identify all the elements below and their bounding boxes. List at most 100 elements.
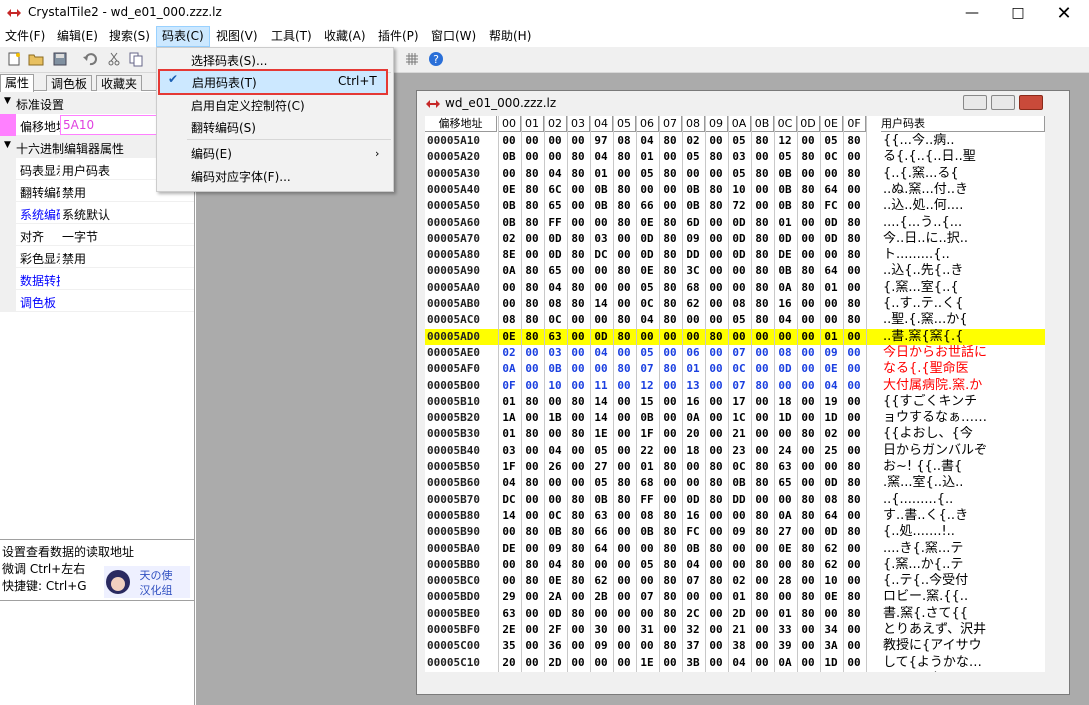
hex-byte[interactable]: 00 [660, 655, 680, 671]
hex-byte[interactable]: 01 [775, 215, 795, 231]
hex-byte[interactable]: 63 [545, 329, 565, 345]
hex-byte[interactable]: 07 [637, 361, 657, 377]
hex-byte[interactable]: 00 [798, 573, 818, 589]
hex-byte[interactable]: 80 [522, 524, 542, 540]
hex-byte[interactable]: 1D [775, 410, 795, 426]
hex-byte[interactable]: 02 [683, 133, 703, 149]
hex-byte[interactable]: 80 [568, 541, 588, 557]
hex-byte[interactable]: 00 [798, 166, 818, 182]
hex-byte[interactable]: 27 [591, 459, 611, 475]
hex-byte[interactable]: 65 [775, 475, 795, 491]
hex-byte[interactable]: 16 [683, 394, 703, 410]
hex-byte[interactable]: 80 [522, 166, 542, 182]
hex-byte[interactable]: 80 [660, 638, 680, 654]
hex-byte[interactable]: 00 [798, 655, 818, 671]
hex-byte[interactable]: 0E [775, 541, 795, 557]
decoded-text[interactable]: {..す..テ..く{ [883, 296, 1045, 312]
hex-row[interactable]: 00005B50 1F 00 26 00 27 00 01 80 00 80 0C 80 63 00 00 80… [425, 459, 1045, 475]
hex-byte[interactable]: 00 [821, 247, 841, 263]
hex-byte[interactable]: 10 [821, 573, 841, 589]
hex-byte[interactable]: 80 [614, 492, 634, 508]
hex-byte[interactable]: 80 [798, 182, 818, 198]
hex-byte[interactable]: 80 [798, 606, 818, 622]
hex-byte[interactable]: 0D [729, 247, 749, 263]
decoded-text[interactable]: {{...今..病.. [883, 133, 1045, 149]
hex-byte[interactable]: 80 [752, 133, 772, 149]
hex-byte[interactable]: 00 [614, 426, 634, 442]
hex-byte[interactable]: 00 [522, 638, 542, 654]
hex-byte[interactable]: 0E [821, 589, 841, 605]
hex-byte[interactable]: 00 [660, 378, 680, 394]
menu-item-enable-control[interactable]: 启用自定义控制符(C) [157, 95, 393, 117]
horizontal-scrollbar[interactable] [425, 672, 1045, 688]
hex-byte[interactable]: 62 [821, 541, 841, 557]
hex-byte[interactable]: 68 [683, 280, 703, 296]
hex-byte[interactable]: 80 [752, 280, 772, 296]
hex-byte[interactable]: 00 [614, 443, 634, 459]
hex-byte[interactable]: 63 [591, 508, 611, 524]
expand-triangle-icon[interactable]: ▼ [4, 140, 11, 150]
hex-byte[interactable]: 00 [660, 394, 680, 410]
hex-byte[interactable]: 80 [568, 508, 588, 524]
hex-byte[interactable]: 00 [614, 508, 634, 524]
hex-row[interactable]: 00005AA0 00 80 04 80 00 00 05 80 68 00 00 80 0A 80 01 00… [425, 280, 1045, 296]
hex-byte[interactable]: 00 [614, 524, 634, 540]
decoded-text[interactable]: 日からガンバルぞ [883, 443, 1045, 459]
hex-byte[interactable]: 1C [729, 410, 749, 426]
hex-byte[interactable]: 00 [706, 361, 726, 377]
hex-byte[interactable]: 04 [729, 655, 749, 671]
hex-byte[interactable]: 08 [614, 133, 634, 149]
hex-byte[interactable]: 00 [821, 312, 841, 328]
hex-byte[interactable]: 0E [637, 215, 657, 231]
hex-byte[interactable]: 00 [614, 541, 634, 557]
hex-byte[interactable]: 0B [775, 263, 795, 279]
hex-byte[interactable]: 80 [844, 524, 864, 540]
decoded-text[interactable]: お~! {{..書{ [883, 459, 1045, 475]
hex-byte[interactable]: 00 [614, 345, 634, 361]
hex-byte[interactable]: 09 [729, 524, 749, 540]
close-button[interactable]: ✕ [1041, 0, 1087, 26]
hex-byte[interactable]: 80 [660, 459, 680, 475]
hex-byte[interactable]: 03 [729, 149, 749, 165]
hex-byte[interactable]: 00 [568, 182, 588, 198]
hex-byte[interactable]: 00 [591, 312, 611, 328]
hex-byte[interactable]: 00 [775, 329, 795, 345]
hex-byte[interactable]: 80 [752, 524, 772, 540]
hex-byte[interactable]: 08 [729, 296, 749, 312]
hex-byte[interactable]: 00 [568, 133, 588, 149]
child-minimize-button[interactable] [963, 95, 987, 110]
hex-byte[interactable]: 00 [660, 410, 680, 426]
hex-byte[interactable]: 0D [775, 361, 795, 377]
hex-byte[interactable]: 00 [660, 149, 680, 165]
hex-byte[interactable]: 80 [522, 280, 542, 296]
hex-byte[interactable]: 00 [752, 361, 772, 377]
hex-byte[interactable]: 00 [844, 541, 864, 557]
hex-byte[interactable]: 80 [798, 263, 818, 279]
hex-byte[interactable]: 00 [706, 312, 726, 328]
hex-byte[interactable]: 21 [729, 426, 749, 442]
hex-byte[interactable]: 31 [637, 622, 657, 638]
hex-byte[interactable]: 00 [844, 329, 864, 345]
hex-row[interactable]: 00005B70 DC 00 00 80 0B 80 FF 00 0D 80 DD 00 00 80 08 80… [425, 492, 1045, 508]
hex-byte[interactable]: 00 [798, 296, 818, 312]
decoded-text[interactable]: {{すごくキンチ [883, 394, 1045, 410]
hex-byte[interactable]: 00 [660, 198, 680, 214]
hex-byte[interactable]: 04 [637, 133, 657, 149]
hex-byte[interactable]: 00 [591, 280, 611, 296]
hex-grid[interactable]: 偏移地址 00 01 02 03 04 05 06 07 08 09 0A 0B 0C 0D 0E 0F 用户码表… [425, 116, 1045, 688]
hex-byte[interactable]: 80 [614, 215, 634, 231]
menu-tools[interactable]: 工具(T) [266, 26, 317, 47]
hex-byte[interactable]: 00 [844, 655, 864, 671]
hex-byte[interactable]: 80 [522, 263, 542, 279]
hex-byte[interactable]: 80 [660, 508, 680, 524]
hex-byte[interactable]: 00 [844, 361, 864, 377]
hex-byte[interactable]: 80 [568, 394, 588, 410]
hex-byte[interactable]: 80 [706, 149, 726, 165]
hex-byte[interactable]: 00 [568, 410, 588, 426]
hex-byte[interactable]: 6C [545, 182, 565, 198]
hex-byte[interactable]: 00 [683, 329, 703, 345]
hex-byte[interactable]: 04 [545, 557, 565, 573]
hex-byte[interactable]: 0D [545, 247, 565, 263]
hex-byte[interactable]: 00 [568, 263, 588, 279]
hex-row[interactable]: 00005A20 0B 00 00 80 04 80 01 00 05 80 03 00 05 80 0C 00… [425, 149, 1045, 165]
